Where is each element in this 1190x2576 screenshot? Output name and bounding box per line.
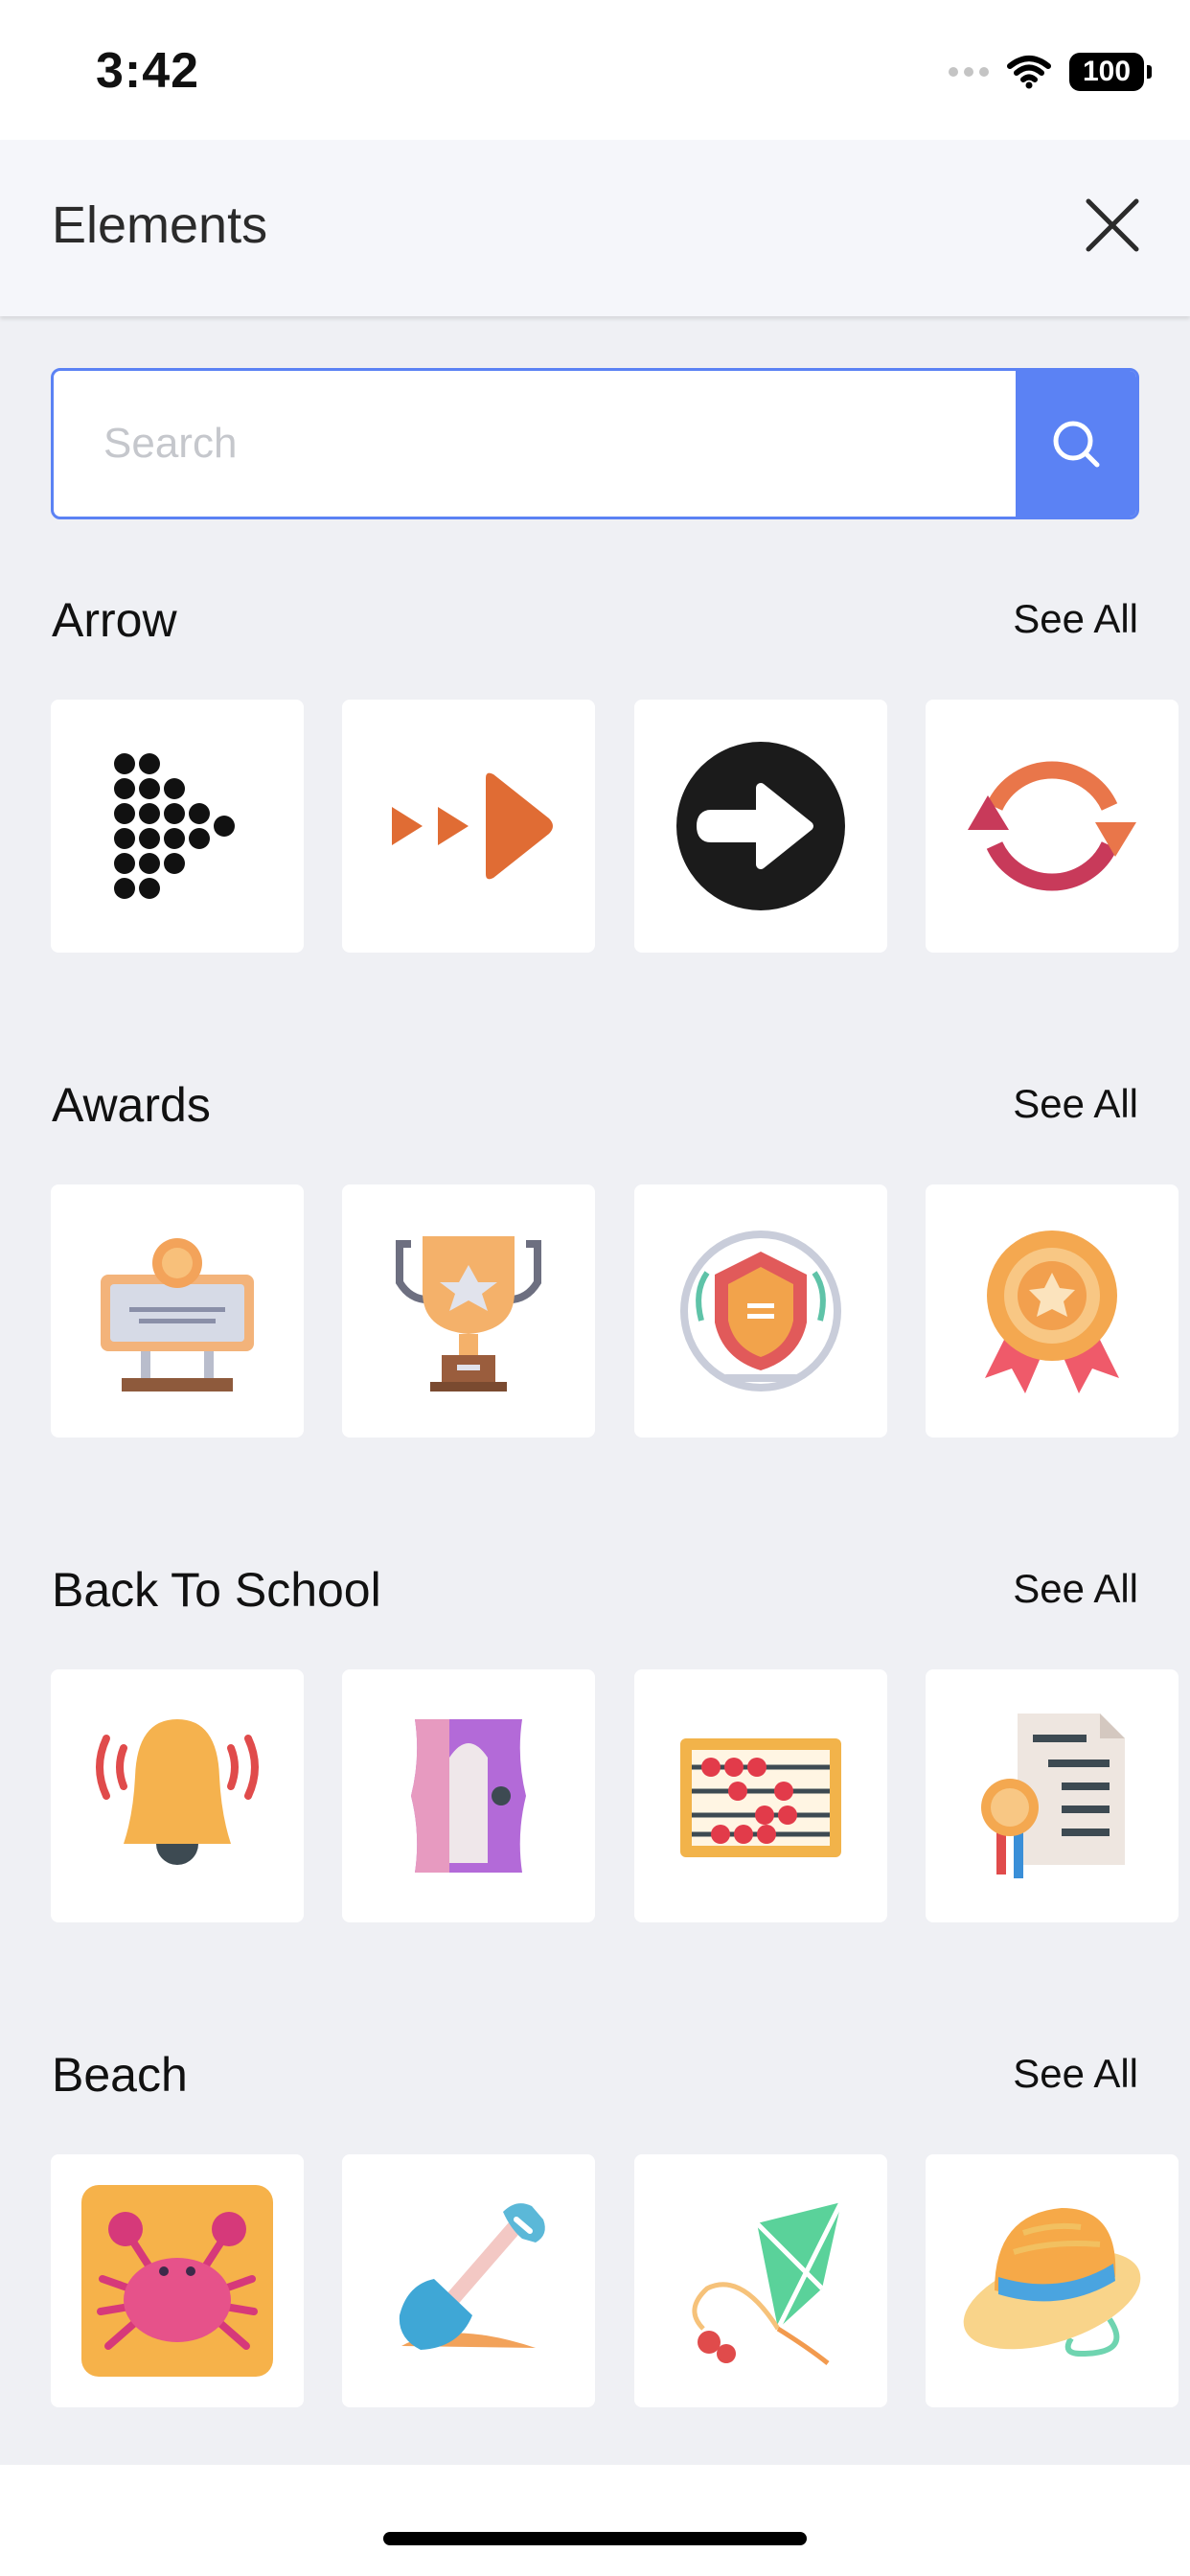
sun-hat-icon [963, 2208, 1141, 2358]
element-tile[interactable] [634, 1669, 887, 1922]
element-tile[interactable] [342, 2154, 595, 2407]
section-title: Beach [52, 2048, 188, 2102]
search-input[interactable] [54, 371, 1016, 517]
element-tile[interactable] [634, 1184, 887, 1438]
shield-badge-icon [680, 1230, 841, 1392]
status-bar: 3:42 100 [0, 0, 1190, 140]
section-title: Arrow [52, 593, 177, 647]
page-title: Elements [52, 196, 268, 254]
element-tile[interactable] [51, 1669, 304, 1922]
trophy-icon [396, 1236, 541, 1392]
bell-icon [96, 1719, 259, 1865]
medal-ribbon-icon [985, 1230, 1119, 1393]
element-tile[interactable] [634, 2154, 887, 2407]
refresh-cycle-icon [968, 761, 1136, 891]
status-icons: 100 [949, 50, 1152, 94]
element-tile[interactable] [51, 2154, 304, 2407]
element-tile[interactable] [342, 1669, 595, 1922]
search-bar [51, 368, 1139, 519]
element-tile[interactable] [926, 1184, 1179, 1438]
see-all-beach-link[interactable]: See All [1013, 2051, 1138, 2097]
kite-icon [692, 2200, 844, 2365]
status-time: 3:42 [96, 43, 200, 99]
dot-arrow-icon [114, 753, 235, 899]
bottom-safe-area [0, 2465, 1190, 2576]
close-button[interactable] [1083, 196, 1142, 255]
wifi-icon [1007, 56, 1051, 89]
element-tile[interactable] [51, 1184, 304, 1438]
award-plaque-icon [101, 1238, 254, 1392]
see-all-arrow-link[interactable]: See All [1013, 596, 1138, 642]
element-tile[interactable] [926, 2154, 1179, 2407]
search-button[interactable] [1016, 371, 1136, 517]
shovel-icon [399, 2203, 545, 2350]
search-icon [1053, 421, 1100, 468]
element-tile[interactable] [342, 1184, 595, 1438]
battery-icon: 100 [1069, 53, 1152, 91]
home-indicator [383, 2532, 807, 2545]
signal-dots-icon [949, 67, 989, 77]
certificate-icon [981, 1714, 1125, 1878]
abacus-icon [680, 1738, 841, 1857]
element-tile[interactable] [51, 700, 304, 953]
circle-arrow-right-icon [676, 742, 845, 910]
section-title: Back To School [52, 1563, 381, 1617]
pencil-sharpener-icon [411, 1719, 526, 1873]
element-tile[interactable] [634, 700, 887, 953]
see-all-awards-link[interactable]: See All [1013, 1081, 1138, 1127]
fast-forward-icon [392, 772, 553, 880]
crab-icon [81, 2185, 273, 2377]
element-tile[interactable] [926, 700, 1179, 953]
elements-header: Elements [0, 140, 1190, 316]
element-tile[interactable] [926, 1669, 1179, 1922]
see-all-back-to-school-link[interactable]: See All [1013, 1566, 1138, 1612]
section-title: Awards [52, 1078, 211, 1132]
close-icon [1086, 198, 1139, 252]
element-tile[interactable] [342, 700, 595, 953]
